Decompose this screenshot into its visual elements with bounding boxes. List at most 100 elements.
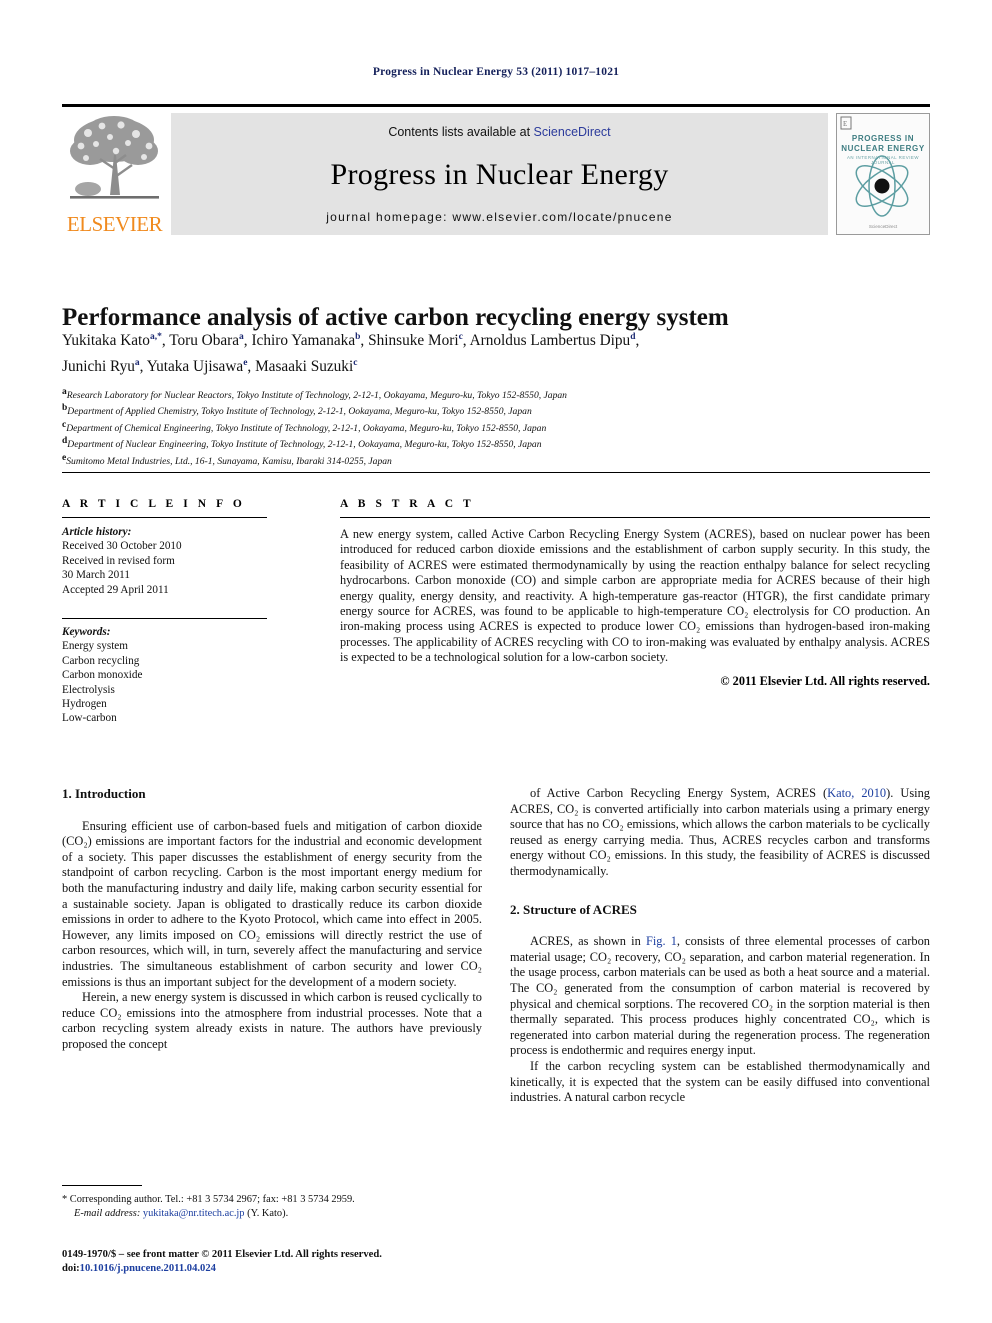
abstract-block: A B S T R A C T A new energy system, cal… <box>340 498 930 689</box>
elsevier-tree-icon <box>70 116 159 199</box>
svg-text:E: E <box>843 120 847 128</box>
author-affiliation-mark: c <box>458 332 463 342</box>
keywords-block: Keywords: Energy system Carbon recycling C… <box>62 625 267 726</box>
affiliation: aResearch Laboratory for Nuclear Reactor… <box>62 386 940 402</box>
affiliation-text: Department of Applied Chemistry, Tokyo I… <box>67 406 532 418</box>
journal-homepage-line[interactable]: journal homepage: www.elsevier.com/locat… <box>171 210 828 224</box>
affiliation: bDepartment of Applied Chemistry, Tokyo … <box>62 402 940 418</box>
journal-band: Contents lists available at ScienceDirec… <box>171 113 828 235</box>
contents-prefix: Contents lists available at <box>388 125 534 139</box>
author-name: Arnoldus Lambertus Dipu <box>469 332 631 350</box>
author-name: Masaaki Suzuki <box>255 358 354 376</box>
paragraph: of Active Carbon Recycling Energy System… <box>510 786 930 880</box>
keywords-label: Keywords: <box>62 626 111 639</box>
body-column-left: 1. Introduction Ensuring efficient use o… <box>62 786 482 1053</box>
citation-link-kato-2010[interactable]: Kato, 2010 <box>827 786 886 800</box>
keyword-item: Electrolysis <box>62 683 115 696</box>
affiliation: cDepartment of Chemical Engineering, Tok… <box>62 419 940 435</box>
footnote-rule <box>62 1185 142 1186</box>
front-matter-line: 0149-1970/$ – see front matter © 2011 El… <box>62 1249 382 1260</box>
corresponding-author-footnote: * Corresponding author. Tel.: +81 3 5734… <box>62 1185 482 1220</box>
email-link[interactable]: yukitaka@nr.titech.ac.jp <box>143 1208 245 1219</box>
author-affiliation-mark: a <box>134 358 140 369</box>
paragraph-text-pre: ACRES, as shown in <box>530 934 646 949</box>
author-name: Junichi Ryu <box>62 358 135 376</box>
abstract-heading: A B S T R A C T <box>340 498 475 510</box>
keyword-item: Low-carbon <box>62 712 117 725</box>
author-line-1: Yukitaka Katoa,*, Toru Obaraa, Ichiro Ya… <box>62 332 640 350</box>
keyword-item: Carbon recycling <box>62 654 140 667</box>
abstract-rule <box>340 517 930 518</box>
email-line: E-mail address: yukitaka@nr.titech.ac.jp… <box>62 1207 482 1221</box>
author-name: Yukitaka Kato <box>62 332 150 350</box>
author-line-2: Junichi Ryua, Yutaka Ujisawae, Masaaki S… <box>62 358 358 376</box>
affiliation-text: Sumitomo Metal Industries, Ltd., 16-1, S… <box>66 456 392 468</box>
abstract-copyright: © 2011 Elsevier Ltd. All rights reserved… <box>720 673 930 688</box>
author-affiliation-mark: a,* <box>149 332 162 342</box>
figure-link-fig-1[interactable]: Fig. 1 <box>646 934 677 948</box>
article-history-line: Received in revised form <box>62 554 175 567</box>
article-history-label: Article history: <box>62 526 132 538</box>
author-name: Ichiro Yamanaka <box>251 332 356 350</box>
author-affiliation-mark: a <box>239 332 244 342</box>
elsevier-wordmark: ELSEVIER <box>66 212 163 236</box>
article-history: Article history: Received 30 October 201… <box>62 525 267 597</box>
journal-cover-thumbnail: E PROGRESS IN NUCLEAR ENERGY AN INTERNAT… <box>836 113 930 235</box>
article-info-block: A R T I C L E I N F O Article history: R… <box>62 498 267 726</box>
journal-title: Progress in Nuclear Energy <box>330 158 669 191</box>
cover-atom-icon: E <box>840 116 909 217</box>
cover-subtitle: AN INTERNATIONAL REVIEW JOURNAL <box>847 155 919 165</box>
running-head: Progress in Nuclear Energy 53 (2011) 101… <box>372 66 620 78</box>
author-affiliation-mark: e <box>243 358 248 369</box>
affiliation: eSumitomo Metal Industries, Ltd., 16-1, … <box>62 452 940 468</box>
affiliation-text: Research Laboratory for Nuclear Reactors… <box>66 390 567 402</box>
author-affiliation-mark: b <box>355 332 361 342</box>
doi-label: doi: <box>62 1263 80 1274</box>
paper-page: Progress in Nuclear Energy 53 (2011) 101… <box>0 0 992 1323</box>
article-info-heading: A R T I C L E I N F O <box>62 498 246 510</box>
cover-title: PROGRESS IN NUCLEAR ENERGY <box>837 134 929 153</box>
section-heading-introduction: 1. Introduction <box>62 786 146 801</box>
article-history-line: 30 March 2011 <box>62 569 130 582</box>
affiliation-text: Department of Chemical Engineering, Toky… <box>66 423 547 435</box>
cover-title-line2: NUCLEAR ENERGY <box>841 143 925 153</box>
keywords-rule <box>62 618 267 620</box>
contents-available-line: Contents lists available at ScienceDirec… <box>171 125 828 139</box>
corresponding-author-line: * Corresponding author. Tel.: +81 3 5734… <box>62 1194 355 1205</box>
cover-footer: ScienceDirect <box>868 224 898 229</box>
email-label: E-mail address: <box>74 1207 141 1219</box>
body-column-right: of Active Carbon Recycling Energy System… <box>510 786 930 1106</box>
author-list: Yukitaka Katoa,*, Toru Obaraa, Ichiro Ya… <box>62 326 940 378</box>
keyword-item: Carbon monoxide <box>62 669 143 682</box>
keyword-item: Hydrogen <box>62 698 107 711</box>
article-history-line: Received 30 October 2010 <box>62 540 182 553</box>
email-owner: (Y. Kato). <box>247 1207 289 1219</box>
affiliation-text: Department of Nuclear Engineering, Tokyo… <box>67 439 542 451</box>
affiliation-list: aResearch Laboratory for Nuclear Reactor… <box>62 386 940 468</box>
paragraph-text-post: , consists of three elemental processes … <box>510 934 931 1058</box>
author-affiliation-mark: c <box>353 358 358 369</box>
paragraph: Ensuring efficient use of carbon-based f… <box>62 818 482 989</box>
elsevier-logo: ELSEVIER <box>62 113 167 235</box>
abstract-text: A new energy system, called Active Carbo… <box>340 527 930 665</box>
page-footer: 0149-1970/$ – see front matter © 2011 El… <box>62 1248 562 1276</box>
paragraph-text-pre: of Active Carbon Recycling Energy System… <box>530 786 828 800</box>
doi-line: doi:10.1016/j.pnucene.2011.04.024 <box>62 1262 562 1276</box>
section-heading-structure: 2. Structure of ACRES <box>510 901 637 917</box>
keyword-item: Energy system <box>62 640 128 653</box>
article-info-rule <box>62 517 267 518</box>
cover-title-line1: PROGRESS IN <box>851 134 915 143</box>
author-name: Toru Obara <box>169 332 240 350</box>
sciencedirect-link[interactable]: ScienceDirect <box>534 125 611 139</box>
paragraph: ACRES, as shown in Fig. 1, consists of t… <box>510 934 930 1059</box>
paragraph: If the carbon recycling system can be es… <box>510 1058 930 1105</box>
affiliation: dDepartment of Nuclear Engineering, Toky… <box>62 435 940 451</box>
info-block-top-rule <box>62 472 930 473</box>
author-name: Shinsuke Mori <box>368 332 459 350</box>
journal-masthead: ELSEVIER Contents lists available at Sci… <box>62 104 930 235</box>
doi-link[interactable]: 10.1016/j.pnucene.2011.04.024 <box>80 1263 216 1274</box>
article-history-line: Accepted 29 April 2011 <box>62 583 169 596</box>
author-name: Yutaka Ujisawa <box>146 358 244 376</box>
author-affiliation-mark: d <box>630 332 636 342</box>
paragraph: Herein, a new energy system is discussed… <box>62 990 482 1051</box>
